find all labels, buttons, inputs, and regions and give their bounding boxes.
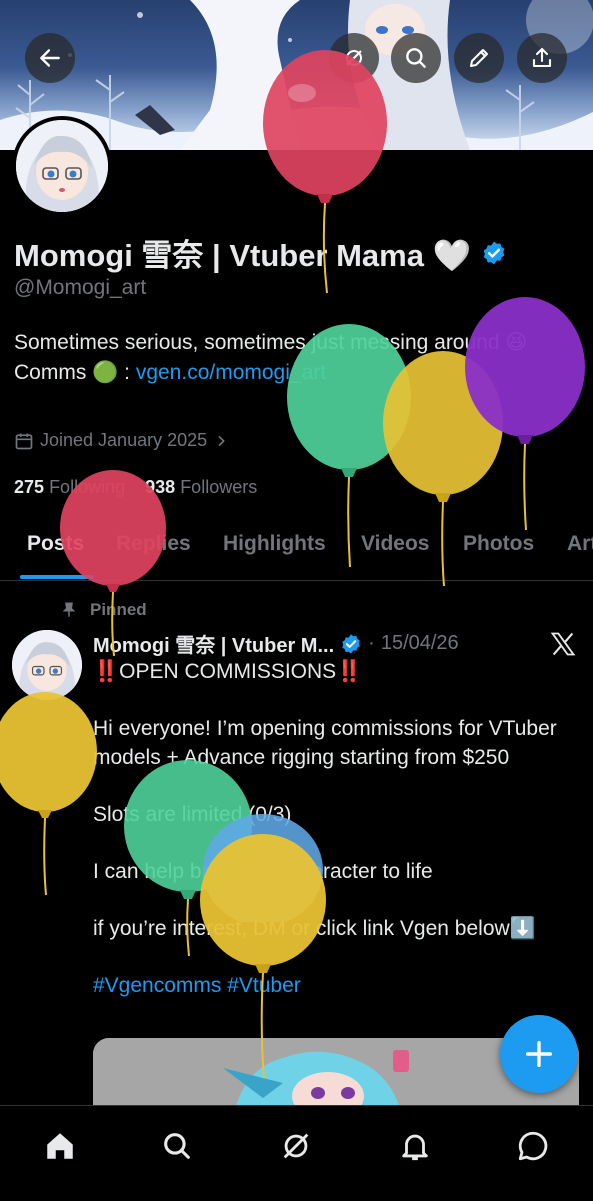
- nav-search[interactable]: [157, 1126, 197, 1166]
- compose-button[interactable]: [500, 1015, 578, 1093]
- post-hashtags[interactable]: #Vgencomms #Vtuber: [93, 972, 583, 1001]
- verified-badge-icon[interactable]: [481, 240, 507, 266]
- post-line: ‼️OPEN COMMISSIONS‼️: [93, 660, 363, 683]
- plus-icon: [525, 1040, 553, 1068]
- balloon-decoration: [263, 50, 387, 294]
- grok-icon: [283, 1133, 309, 1159]
- tab-art[interactable]: Art: [567, 532, 593, 556]
- nav-messages[interactable]: [513, 1126, 553, 1166]
- edit-button[interactable]: [454, 33, 504, 83]
- x-logo-icon[interactable]: [549, 630, 577, 658]
- nav-grok[interactable]: [276, 1126, 316, 1166]
- bottom-navigation: [0, 1105, 593, 1201]
- following-count: 275: [14, 477, 45, 497]
- avatar-image: [16, 120, 108, 212]
- share-icon: [532, 47, 552, 68]
- verified-badge-icon: [342, 633, 360, 654]
- nav-notifications[interactable]: [395, 1126, 435, 1166]
- profile-name-row: Momogi 雪奈 | Vtuber Mama 🤍: [14, 230, 507, 275]
- search-icon: [164, 1133, 190, 1159]
- post-line: [93, 687, 583, 716]
- display-name: Momogi 雪奈 | Vtuber Mama 🤍: [14, 238, 472, 273]
- profile-avatar[interactable]: [12, 116, 112, 216]
- balloon-decoration: [465, 297, 585, 531]
- joined-date[interactable]: Joined January 2025: [14, 430, 229, 451]
- pencil-icon: [470, 49, 488, 67]
- notifications-icon: [402, 1134, 428, 1161]
- balloon-decoration: [0, 692, 97, 896]
- post-date[interactable]: 15/04/26: [381, 632, 459, 655]
- nav-home[interactable]: [40, 1126, 80, 1166]
- followers-label: Followers: [180, 477, 258, 497]
- calendar-icon: [15, 433, 33, 449]
- post-separator: ·: [368, 632, 375, 654]
- search-button[interactable]: [391, 33, 441, 83]
- balloon-decoration: [60, 470, 166, 657]
- share-button[interactable]: [517, 33, 567, 83]
- balloon-decoration: [200, 834, 326, 1079]
- chevron-right-icon: [218, 435, 225, 446]
- home-icon: [47, 1133, 73, 1159]
- joined-label: Joined January 2025: [40, 430, 208, 450]
- search-icon: [406, 48, 426, 68]
- profile-handle: @Momogi_art: [14, 276, 147, 299]
- back-button[interactable]: [25, 33, 75, 83]
- messages-icon: [518, 1131, 548, 1161]
- arrow-left-icon: [40, 49, 60, 67]
- bio-comms-prefix: Comms 🟢 :: [14, 361, 136, 384]
